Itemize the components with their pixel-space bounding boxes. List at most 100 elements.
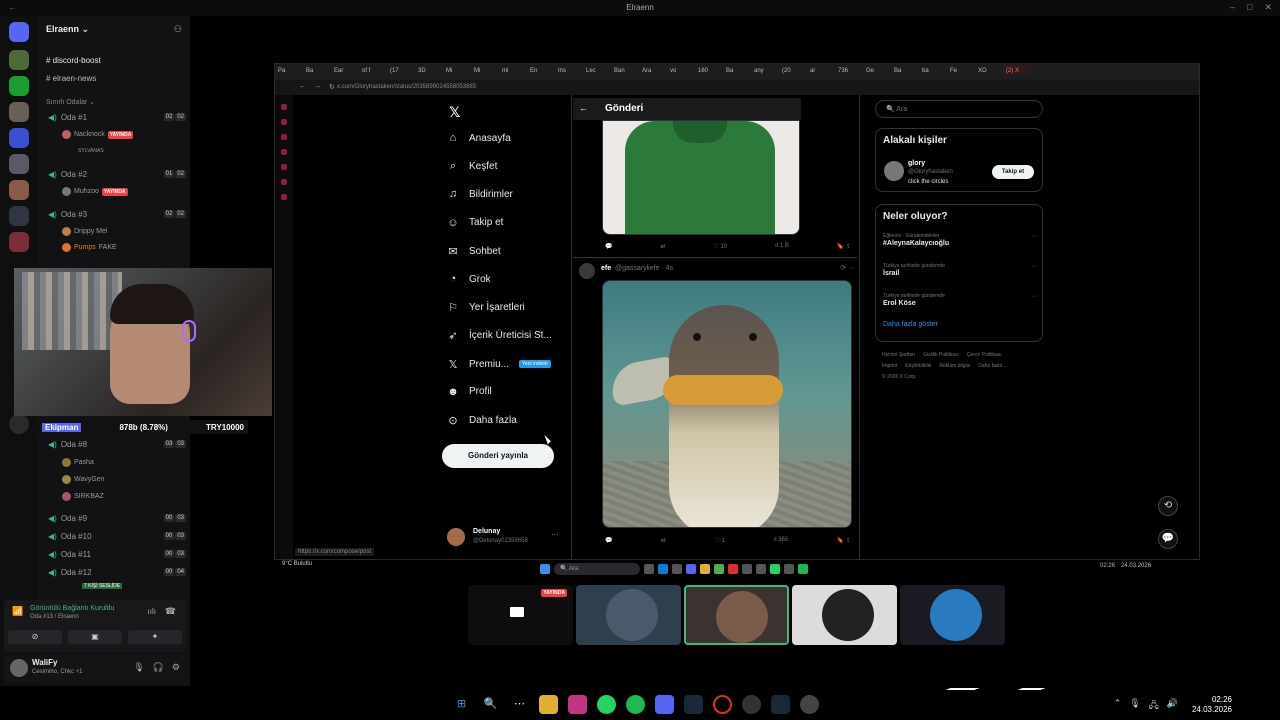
- retweet-icon[interactable]: ⇄: [661, 537, 666, 547]
- footer-link[interactable]: Erişilebilirlik: [905, 363, 931, 369]
- views-button[interactable]: ıl 1 B: [775, 243, 789, 253]
- sidebar-icon[interactable]: [281, 149, 287, 155]
- browser-tab[interactable]: (20: [779, 64, 807, 74]
- voice-room[interactable]: ◀) Oda #2 01 02: [48, 170, 186, 182]
- x-logo-icon[interactable]: 𝕏: [449, 104, 460, 121]
- more-icon[interactable]: ···: [551, 530, 559, 539]
- voice-room[interactable]: ◀) Oda #3 02 02: [48, 210, 186, 222]
- search-icon[interactable]: 🔍: [481, 695, 500, 714]
- app-icon[interactable]: [714, 564, 724, 574]
- browser-tab[interactable]: (2) X: [1003, 64, 1031, 74]
- browser-tab[interactable]: Mi: [443, 64, 471, 74]
- channel-discord-boost[interactable]: # discord-boost: [46, 56, 101, 65]
- browser-tab[interactable]: Fe: [947, 64, 975, 74]
- browser-tab[interactable]: vo: [667, 64, 695, 74]
- footer-link[interactable]: Çerez Politikası: [967, 352, 1002, 358]
- member-item[interactable]: Pasha: [62, 458, 94, 467]
- browser-tab[interactable]: 3D: [415, 64, 443, 74]
- channel-elraen-news[interactable]: # elraen-news: [46, 74, 96, 83]
- browser-tab[interactable]: of f: [359, 64, 387, 74]
- nav-item-chat[interactable]: ✉ Sohbet: [447, 245, 500, 258]
- avatar[interactable]: [10, 659, 28, 677]
- steam-icon[interactable]: [684, 695, 703, 714]
- browser-tab[interactable]: Ba: [303, 64, 331, 74]
- back-icon[interactable]: ←: [299, 83, 306, 91]
- sidebar-icon[interactable]: [281, 119, 287, 125]
- browser-tab[interactable]: any: [751, 64, 779, 74]
- more-icon[interactable]: ···: [1031, 233, 1038, 240]
- browser-tab[interactable]: ba: [919, 64, 947, 74]
- browser-tab[interactable]: En: [527, 64, 555, 74]
- nav-item-more[interactable]: ⊙ Daha fazla: [447, 414, 516, 427]
- app-icon[interactable]: [728, 564, 738, 574]
- back-arrow-icon[interactable]: ←: [579, 103, 588, 113]
- voice-room[interactable]: ◀) Oda #10 00 03: [48, 532, 186, 544]
- start-icon[interactable]: [540, 564, 550, 574]
- screen-share-button[interactable]: ▣: [68, 630, 122, 644]
- app-icon[interactable]: [686, 564, 696, 574]
- browser-tab[interactable]: XO: [975, 64, 1003, 74]
- browser-tab[interactable]: (17: [387, 64, 415, 74]
- steam-icon[interactable]: [771, 695, 790, 714]
- app-icon[interactable]: [756, 564, 766, 574]
- sidebar-icon[interactable]: [281, 179, 287, 185]
- stream-thumbnail[interactable]: [576, 585, 681, 645]
- address-bar[interactable]: x.com/Gloryhastaken/status/2035899024558…: [337, 84, 476, 90]
- app-icon[interactable]: [672, 564, 682, 574]
- nav-item-search[interactable]: ⌕ Keşfet: [447, 160, 497, 173]
- browser-tab[interactable]: Mi: [471, 64, 499, 74]
- voice-room[interactable]: ◀) Oda #8 03 03: [48, 440, 186, 452]
- member-item[interactable]: SIRKBAZ: [62, 492, 104, 501]
- app-icon[interactable]: ⋯: [510, 695, 529, 714]
- app-icon[interactable]: [798, 564, 808, 574]
- forward-icon[interactable]: →: [314, 83, 321, 91]
- microphone-icon[interactable]: 🎙: [1129, 698, 1140, 714]
- member-item[interactable]: Nacknock YAYINDA: [62, 130, 134, 139]
- more-icon[interactable]: ···: [1031, 263, 1038, 270]
- nav-item-bookmark[interactable]: ⚐ Yer İşaretleri: [447, 301, 525, 314]
- reload-icon[interactable]: ↻: [329, 83, 335, 91]
- stream-thumbnail[interactable]: [792, 585, 897, 645]
- browser-tab[interactable]: 160: [695, 64, 723, 74]
- back-arrow-icon[interactable]: ←: [8, 2, 17, 12]
- browser-tab[interactable]: Pa: [275, 64, 303, 74]
- add-member-icon[interactable]: ⚇: [174, 24, 182, 35]
- reply-icon[interactable]: 💬: [605, 243, 612, 253]
- nav-item-person[interactable]: ☻ Profil: [447, 386, 492, 398]
- gear-icon[interactable]: ⚙: [172, 662, 180, 673]
- volume-icon[interactable]: 🔊: [1167, 698, 1178, 714]
- close-icon[interactable]: ✕: [1264, 2, 1272, 13]
- discover-icon[interactable]: [9, 414, 29, 434]
- start-icon[interactable]: ⊞: [452, 695, 471, 714]
- whatsapp-icon[interactable]: [597, 695, 616, 714]
- nav-item-bell[interactable]: ♫ Bildirimler: [447, 188, 513, 200]
- server-icon[interactable]: [9, 206, 29, 226]
- discord-home-icon[interactable]: [9, 22, 29, 42]
- more-icon[interactable]: ⟳ ···: [840, 264, 855, 272]
- headphones-icon[interactable]: 🎧: [153, 662, 164, 673]
- voice-room[interactable]: ◀) Oda #12 00 04: [48, 568, 186, 580]
- activities-button[interactable]: ✦: [128, 630, 182, 644]
- bookmark-icon[interactable]: 🔖 ⇪: [837, 243, 851, 253]
- post-button[interactable]: Gönderi yayınla: [442, 444, 554, 468]
- server-icon[interactable]: [9, 128, 29, 148]
- app-icon[interactable]: [742, 564, 752, 574]
- browser-tab[interactable]: Ba: [723, 64, 751, 74]
- stream-thumbnail[interactable]: [684, 585, 789, 645]
- maximize-icon[interactable]: □: [1247, 2, 1252, 13]
- app-icon[interactable]: [700, 564, 710, 574]
- views-button[interactable]: ıl 365: [774, 537, 789, 547]
- more-icon[interactable]: ···: [1031, 293, 1038, 300]
- server-icon[interactable]: [9, 180, 29, 200]
- app-icon[interactable]: [784, 564, 794, 574]
- browser-tab[interactable]: Ban: [611, 64, 639, 74]
- browser-tab[interactable]: Ba: [891, 64, 919, 74]
- member-item[interactable]: Pumps FAKE: [62, 243, 117, 252]
- sidebar-icon[interactable]: [281, 194, 287, 200]
- avatar[interactable]: [884, 161, 904, 181]
- search-box[interactable]: 🔍 Ara: [554, 563, 640, 575]
- server-icon[interactable]: [9, 154, 29, 174]
- follow-button[interactable]: Takip et: [992, 165, 1034, 179]
- trend-item[interactable]: Eğlence · Gündemdekiler #AleynaKalaycıoğl…: [883, 233, 1038, 247]
- app-icon[interactable]: [770, 564, 780, 574]
